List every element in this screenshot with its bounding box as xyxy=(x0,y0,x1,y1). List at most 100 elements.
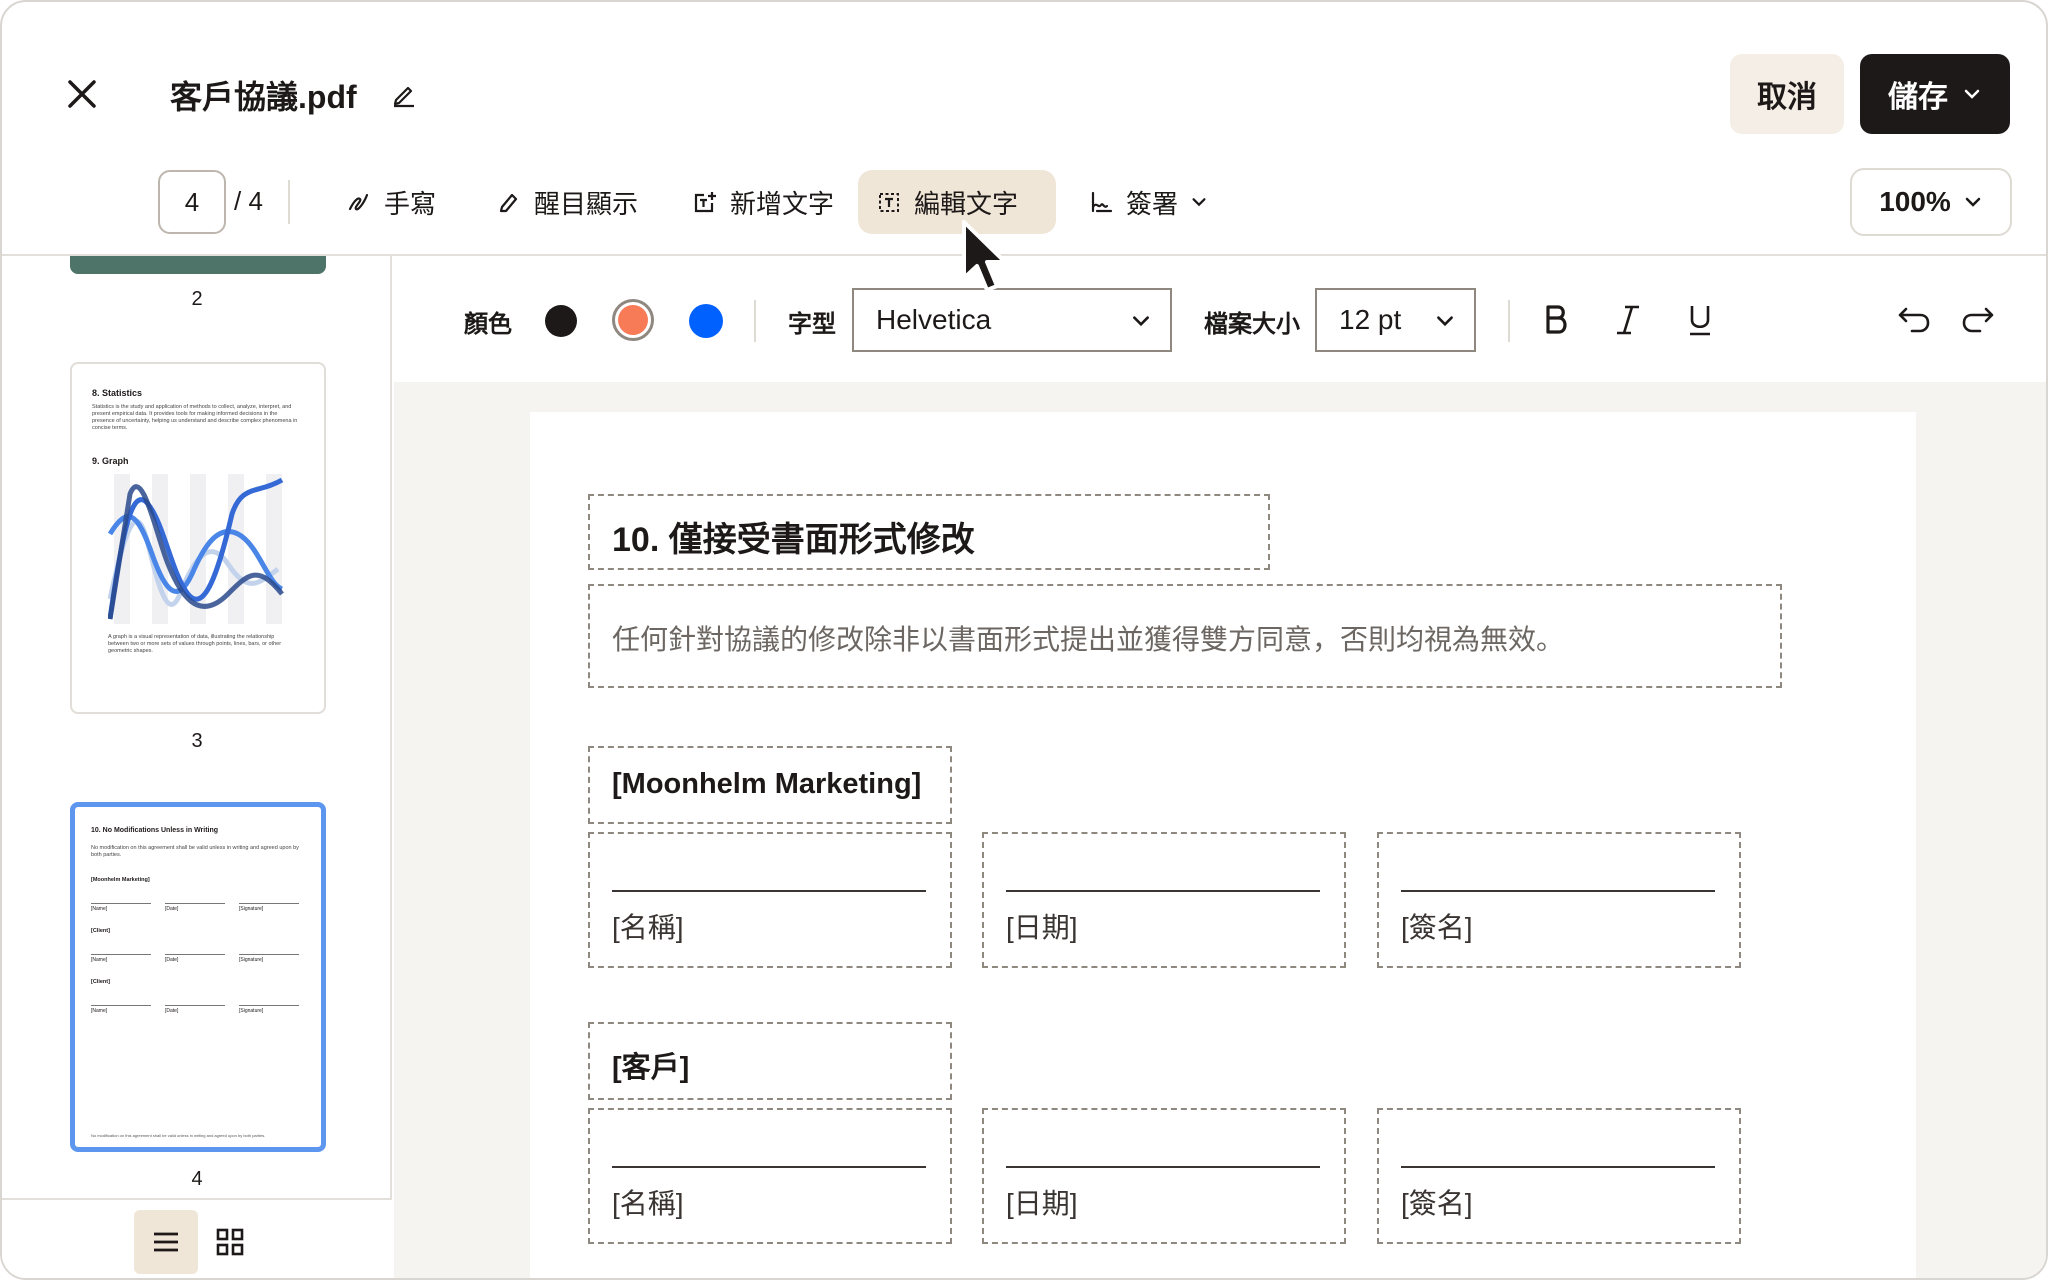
party-name-box[interactable]: [客戶] xyxy=(588,1022,952,1100)
app-window: 客戶協議.pdf 取消 儲存 4 / 4 手寫 醒目顯示 新增文字 編輯文字 簽… xyxy=(0,0,2048,1280)
page-thumbnails-sidebar: 2 8. Statistics Statistics is the study … xyxy=(2,256,392,1278)
thumb-line xyxy=(91,903,151,904)
thumbnail-page-3[interactable]: 8. Statistics Statistics is the study an… xyxy=(70,362,326,714)
grid-icon xyxy=(216,1228,244,1256)
redo-button[interactable] xyxy=(1956,298,2000,342)
tool-add-text[interactable]: 新增文字 xyxy=(674,170,852,234)
signature-line xyxy=(1401,1166,1715,1168)
tool-edit-text[interactable]: 編輯文字 xyxy=(858,170,1056,234)
pen-squiggle-icon xyxy=(348,193,369,211)
thumbnail-page-2[interactable] xyxy=(70,256,326,274)
zoom-value: 100% xyxy=(1879,186,1951,217)
pencil-icon[interactable] xyxy=(390,80,418,108)
color-swatch-selected-ring[interactable] xyxy=(612,299,654,341)
chevron-down-icon xyxy=(1133,316,1149,327)
party-name-box[interactable]: [Moonhelm Marketing] xyxy=(588,746,952,824)
thumbnail-label: 2 xyxy=(191,288,203,310)
color-swatch-blue[interactable] xyxy=(689,304,723,338)
tool-handwrite[interactable]: 手寫 xyxy=(328,170,454,234)
format-divider xyxy=(1508,300,1510,342)
date-field-label: [日期] xyxy=(1006,912,1078,943)
thumb-line xyxy=(239,1005,299,1006)
thumb-heading: 9. Graph xyxy=(92,456,129,466)
font-size-label: 檔案大小 xyxy=(1204,311,1300,338)
signature-field-label: [簽名] xyxy=(1401,912,1473,943)
thumb-heading: 10. No Modifications Unless in Writing xyxy=(91,827,219,834)
thumbnail-page-4[interactable]: 10. No Modifications Unless in Writing N… xyxy=(70,802,326,1152)
underline-button[interactable] xyxy=(1678,298,1722,342)
document-title: 客戶協議.pdf xyxy=(170,79,357,115)
party-name: [客戶] xyxy=(612,1052,690,1084)
color-label: 顏色 xyxy=(464,311,512,338)
thumbnail-label: 3 xyxy=(191,730,203,752)
signature-line xyxy=(1006,890,1320,892)
thumb-heading: 8. Statistics xyxy=(92,388,143,398)
underline-icon xyxy=(1690,306,1710,336)
mouse-cursor-icon xyxy=(962,220,1007,292)
cancel-button[interactable]: 取消 xyxy=(1730,54,1844,134)
signature-field-box[interactable]: [簽名] xyxy=(1377,832,1741,968)
undo-icon xyxy=(1898,307,1930,333)
undo-button[interactable] xyxy=(1892,298,1936,342)
redo-icon xyxy=(1962,307,1994,333)
name-field-label: [名稱] xyxy=(612,1188,684,1219)
tool-label: 簽署 xyxy=(1126,188,1179,219)
thumb-text: [Name] xyxy=(91,906,108,912)
tool-highlight[interactable]: 醒目顯示 xyxy=(478,170,656,234)
save-label: 儲存 xyxy=(1888,81,1948,114)
tool-label: 編輯文字 xyxy=(914,188,1019,219)
list-view-button[interactable] xyxy=(134,1210,198,1274)
close-icon[interactable] xyxy=(62,74,102,114)
thumb-text: [Date] xyxy=(165,906,179,912)
signature-line xyxy=(612,1166,926,1168)
signature-line xyxy=(612,890,926,892)
chevron-down-icon xyxy=(1964,89,1980,99)
signature-field-label: [簽名] xyxy=(1401,1188,1473,1219)
font-select[interactable]: Helvetica xyxy=(852,288,1172,352)
zoom-dropdown[interactable]: 100% xyxy=(1850,168,2012,236)
save-button[interactable]: 儲存 xyxy=(1860,54,2010,134)
thumb-text: Statistics is the study and application … xyxy=(92,404,298,431)
thumb-text: [Client] xyxy=(91,979,110,985)
signature-icon xyxy=(1091,191,1113,213)
date-field-box[interactable]: [日期] xyxy=(982,1108,1346,1244)
page-total: / 4 xyxy=(234,186,263,216)
grid-view-button[interactable] xyxy=(198,1210,262,1274)
thumb-line xyxy=(91,1005,151,1006)
thumb-line xyxy=(91,954,151,955)
name-field-label: [名稱] xyxy=(612,912,684,943)
color-swatch-orange xyxy=(618,305,648,335)
thumb-line xyxy=(165,954,225,955)
date-field-box[interactable]: [日期] xyxy=(982,832,1346,968)
thumb-line xyxy=(165,903,225,904)
thumb-graph xyxy=(108,474,284,624)
party-name: [Moonhelm Marketing] xyxy=(612,768,922,800)
font-value: Helvetica xyxy=(876,304,992,335)
font-size-select[interactable]: 12 pt xyxy=(1315,288,1476,352)
signature-line xyxy=(1401,890,1715,892)
tool-label: 新增文字 xyxy=(730,188,835,219)
thumb-text: [Signature] xyxy=(239,906,264,912)
thumb-text: No modification on this agreement shall … xyxy=(91,845,299,858)
font-label: 字型 xyxy=(788,311,836,338)
signature-field-box[interactable]: [簽名] xyxy=(1377,1108,1741,1244)
tool-sign[interactable]: 簽署 xyxy=(1070,170,1226,234)
heading-text: 10. 僅接受書面形式修改 xyxy=(612,521,975,559)
thumb-text: [Signature] xyxy=(239,957,264,963)
thumb-line xyxy=(239,903,299,904)
body-text-box[interactable]: 任何針對協議的修改除非以書面形式提出並獲得雙方同意，否則均視為無效。 xyxy=(588,584,1782,688)
color-swatch-black[interactable] xyxy=(545,305,577,337)
tool-label: 醒目顯示 xyxy=(534,188,639,219)
heading-text-box[interactable]: 10. 僅接受書面形式修改 xyxy=(588,494,1270,570)
name-field-box[interactable]: [名稱] xyxy=(588,832,952,968)
name-field-box[interactable]: [名稱] xyxy=(588,1108,952,1244)
toolbar-divider xyxy=(288,180,290,224)
signature-line xyxy=(1006,1166,1320,1168)
body-text: 任何針對協議的修改除非以書面形式提出並獲得雙方同意，否則均視為無效。 xyxy=(612,624,1565,655)
thumb-line xyxy=(165,1005,225,1006)
page-number-input[interactable]: 4 xyxy=(158,170,226,234)
italic-button[interactable] xyxy=(1606,298,1650,342)
thumb-text: A graph is a visual representation of da… xyxy=(108,634,282,654)
bold-button[interactable] xyxy=(1534,298,1578,342)
italic-icon xyxy=(1617,305,1639,335)
